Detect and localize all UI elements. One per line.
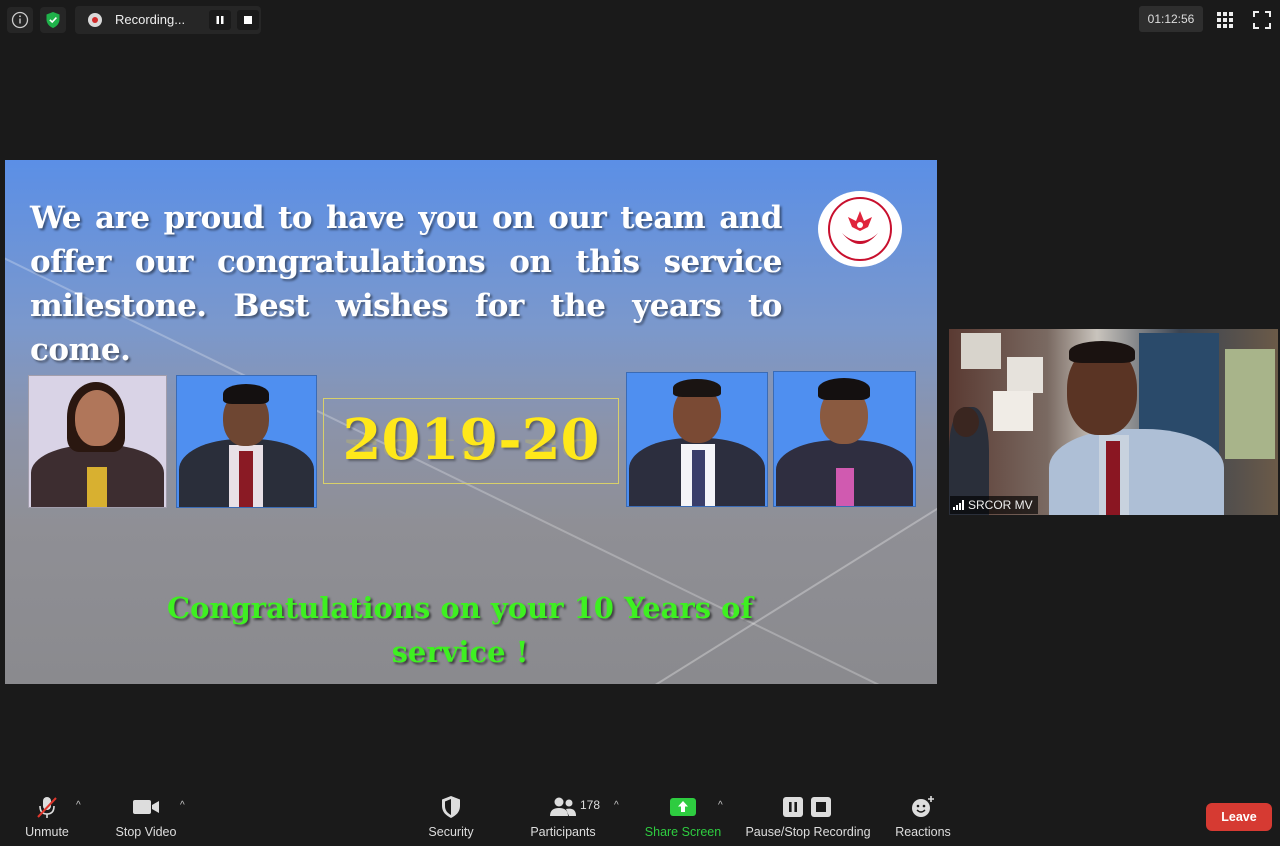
staff-photo-4 bbox=[773, 371, 916, 507]
slide-message: We are proud to have you on our team and… bbox=[30, 200, 783, 368]
fullscreen-icon[interactable] bbox=[1253, 11, 1271, 34]
staff-photo-2 bbox=[176, 375, 317, 508]
pause-icon bbox=[216, 16, 224, 24]
smiley-plus-icon bbox=[910, 790, 936, 824]
audio-options-chevron-icon[interactable]: ^ bbox=[76, 800, 81, 811]
staff-photo-3 bbox=[626, 372, 768, 507]
recording-dot-icon bbox=[88, 13, 102, 27]
encryption-shield-icon[interactable] bbox=[40, 7, 66, 33]
recording-controls-icon bbox=[782, 790, 834, 824]
participant-name-label: SRCOR MV bbox=[950, 496, 1038, 514]
stop-icon bbox=[244, 16, 252, 24]
share-screen-button[interactable]: Share Screen bbox=[642, 790, 724, 846]
pause-recording-button[interactable] bbox=[209, 10, 231, 30]
participants-options-chevron-icon[interactable]: ^ bbox=[614, 800, 619, 811]
share-screen-icon bbox=[669, 790, 697, 824]
reactions-button[interactable]: Reactions bbox=[892, 790, 954, 846]
info-icon[interactable] bbox=[7, 7, 33, 33]
year-reflection: 2019-20 bbox=[342, 433, 600, 463]
congratulations-text: Congratulations on your 10 Years of serv… bbox=[167, 591, 753, 669]
leave-button[interactable]: Leave bbox=[1206, 803, 1272, 831]
stop-video-button[interactable]: Stop Video bbox=[110, 790, 182, 846]
muted-microphone-icon bbox=[34, 790, 60, 824]
unmute-button[interactable]: Unmute bbox=[20, 790, 74, 846]
school-logo bbox=[818, 191, 902, 267]
security-button[interactable]: Security bbox=[424, 790, 478, 846]
year-banner: 2019-20 2019-20 bbox=[323, 398, 619, 484]
staff-photo-1 bbox=[28, 375, 167, 508]
meeting-timer: 01:12:56 bbox=[1139, 6, 1203, 32]
stop-recording-button[interactable] bbox=[237, 10, 259, 30]
recording-status-label: Recording... bbox=[115, 12, 186, 27]
participants-count: 178 bbox=[580, 798, 601, 812]
video-options-chevron-icon[interactable]: ^ bbox=[180, 800, 185, 811]
shield-icon bbox=[440, 790, 462, 824]
participants-icon bbox=[549, 790, 577, 824]
video-camera-icon bbox=[132, 790, 160, 824]
signal-strength-icon bbox=[953, 500, 964, 510]
share-options-chevron-icon[interactable]: ^ bbox=[718, 800, 723, 811]
shared-screen-slide: We are proud to have you on our team and… bbox=[5, 160, 937, 684]
gallery-view-icon[interactable] bbox=[1216, 11, 1234, 34]
participant-video-tile[interactable]: SRCOR MV bbox=[949, 329, 1278, 515]
recording-indicator: Recording... bbox=[75, 6, 261, 34]
pause-stop-recording-button[interactable]: Pause/Stop Recording bbox=[742, 790, 874, 846]
participant-name: SRCOR MV bbox=[968, 498, 1033, 512]
